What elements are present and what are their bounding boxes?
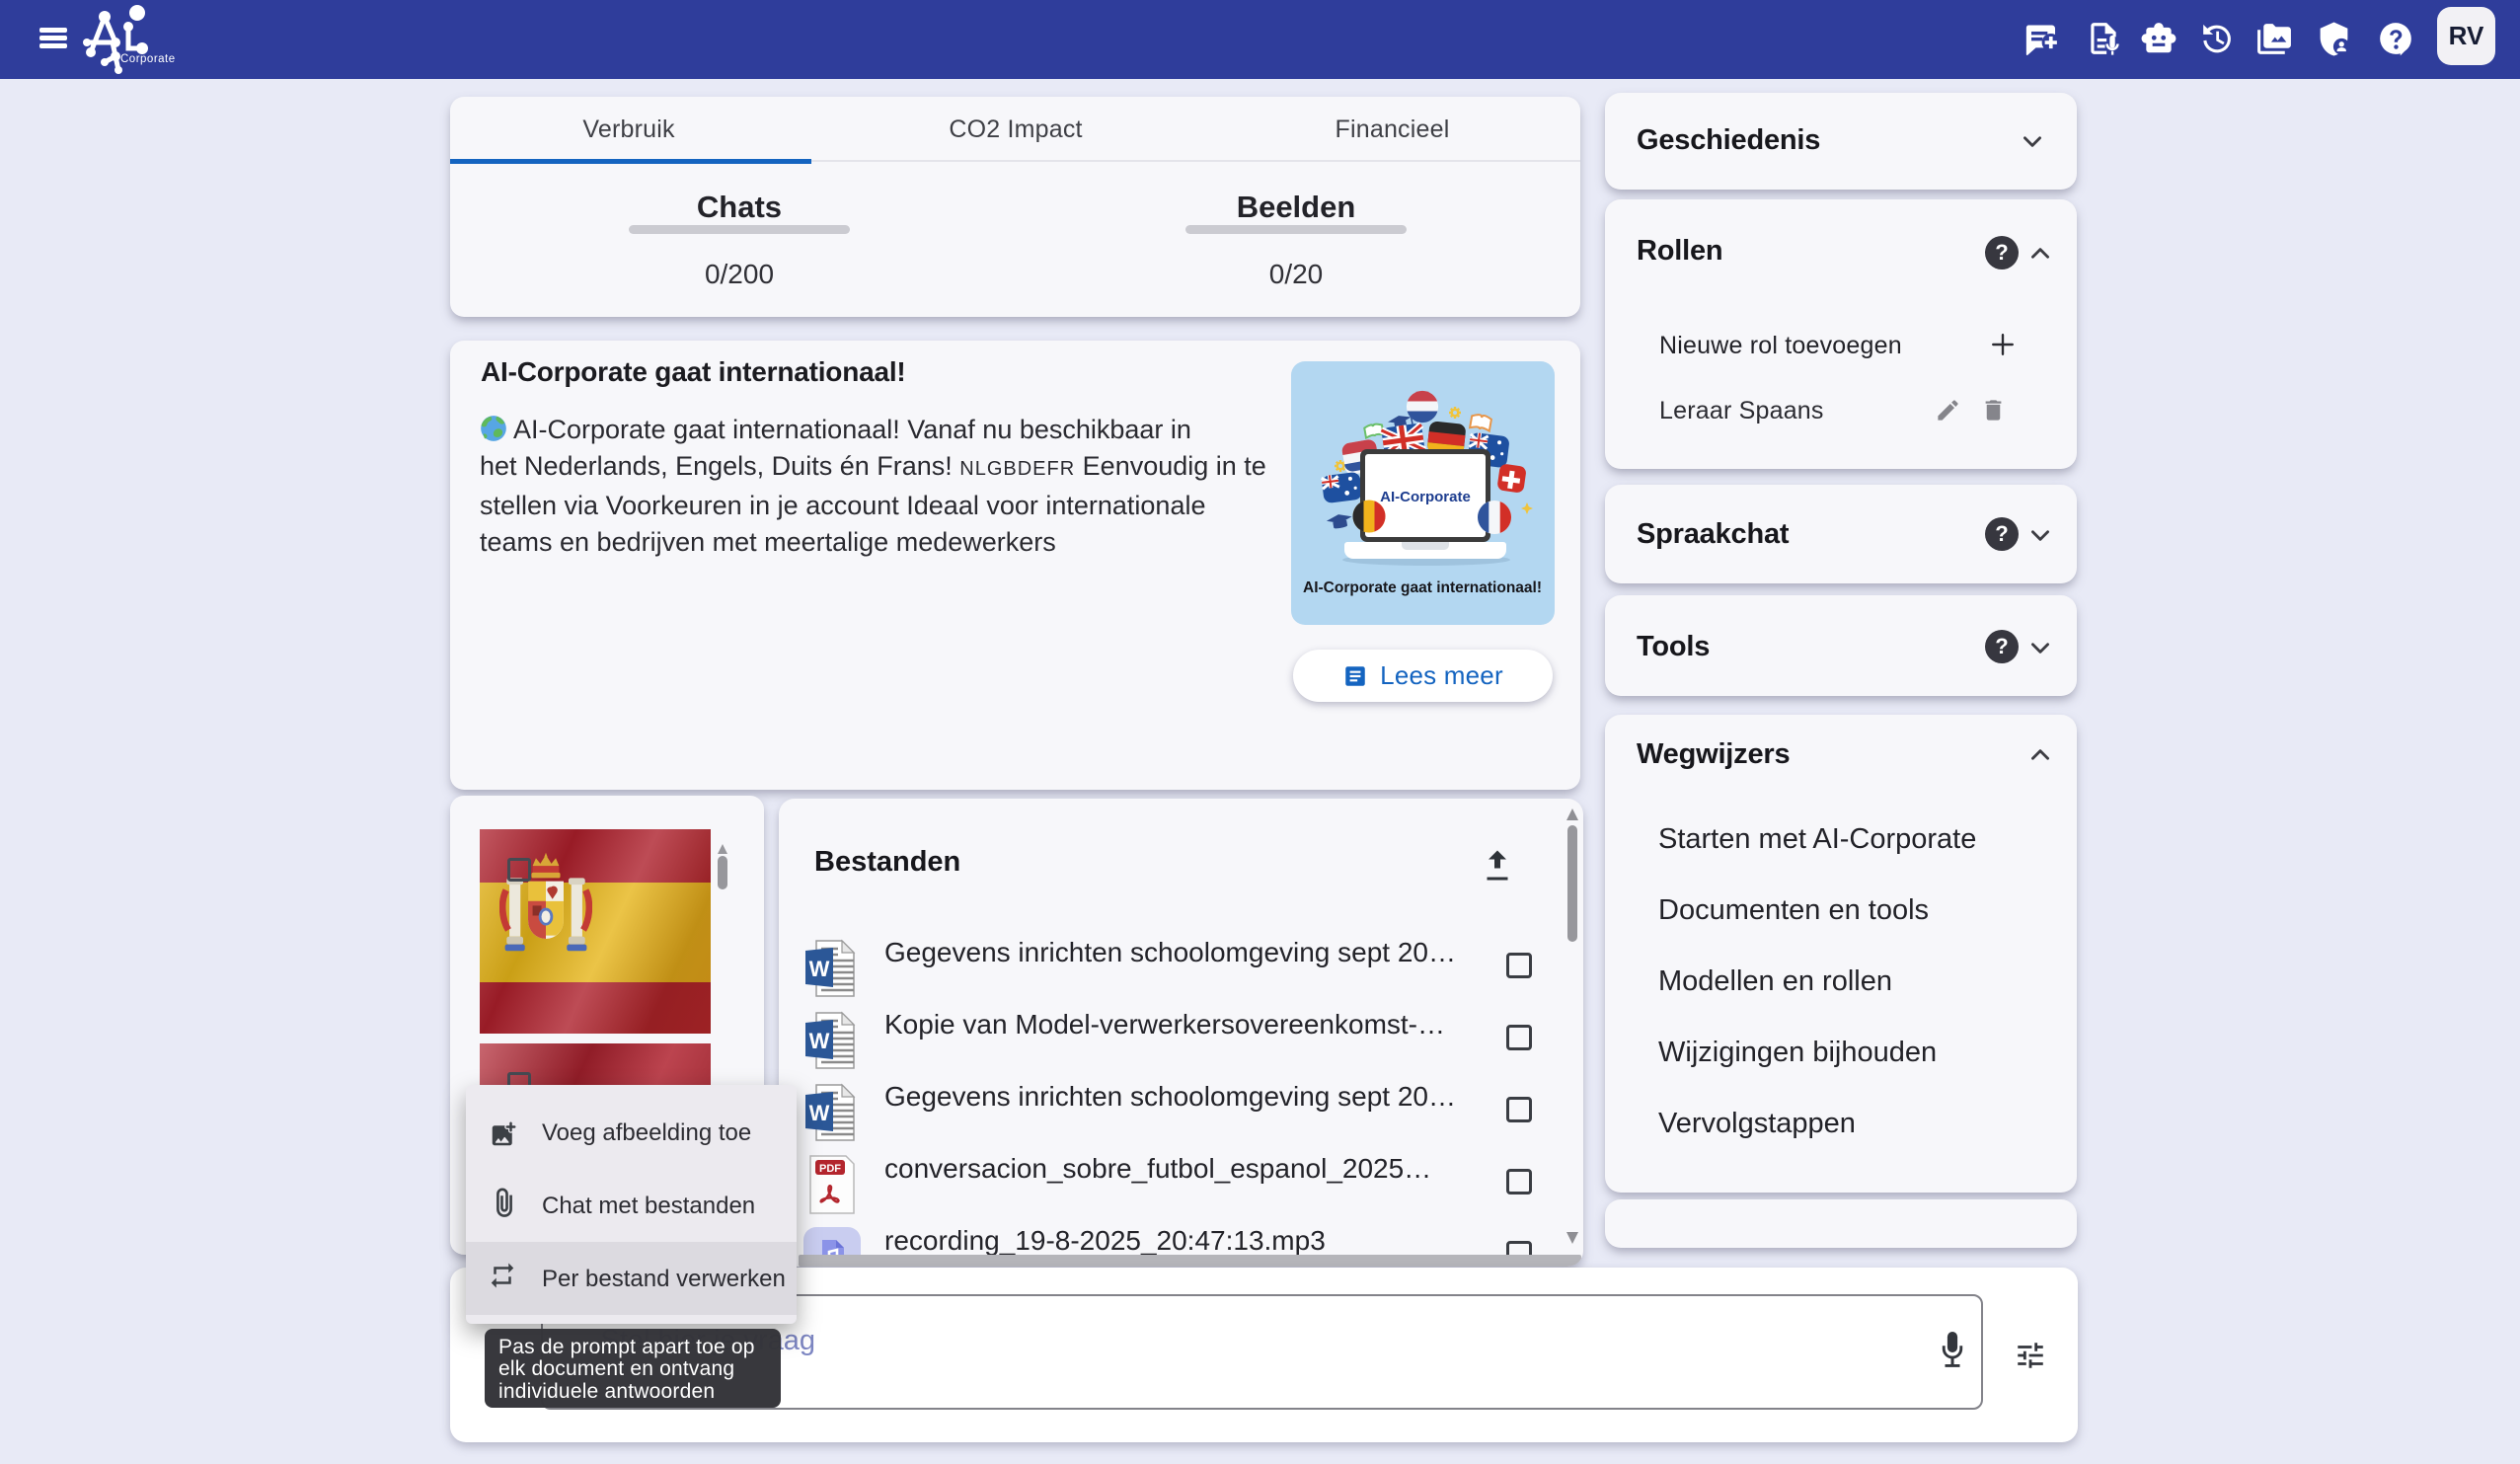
- svg-text:PDF: PDF: [819, 1163, 841, 1175]
- svg-text:W: W: [809, 1029, 830, 1053]
- svg-text:W: W: [809, 1101, 830, 1125]
- svg-text:W: W: [809, 957, 830, 981]
- svg-text:AI-Corporate: AI-Corporate: [1380, 489, 1471, 505]
- svg-text:AI-Corporate gaat internationa: AI-Corporate gaat internationaal!: [1303, 579, 1542, 596]
